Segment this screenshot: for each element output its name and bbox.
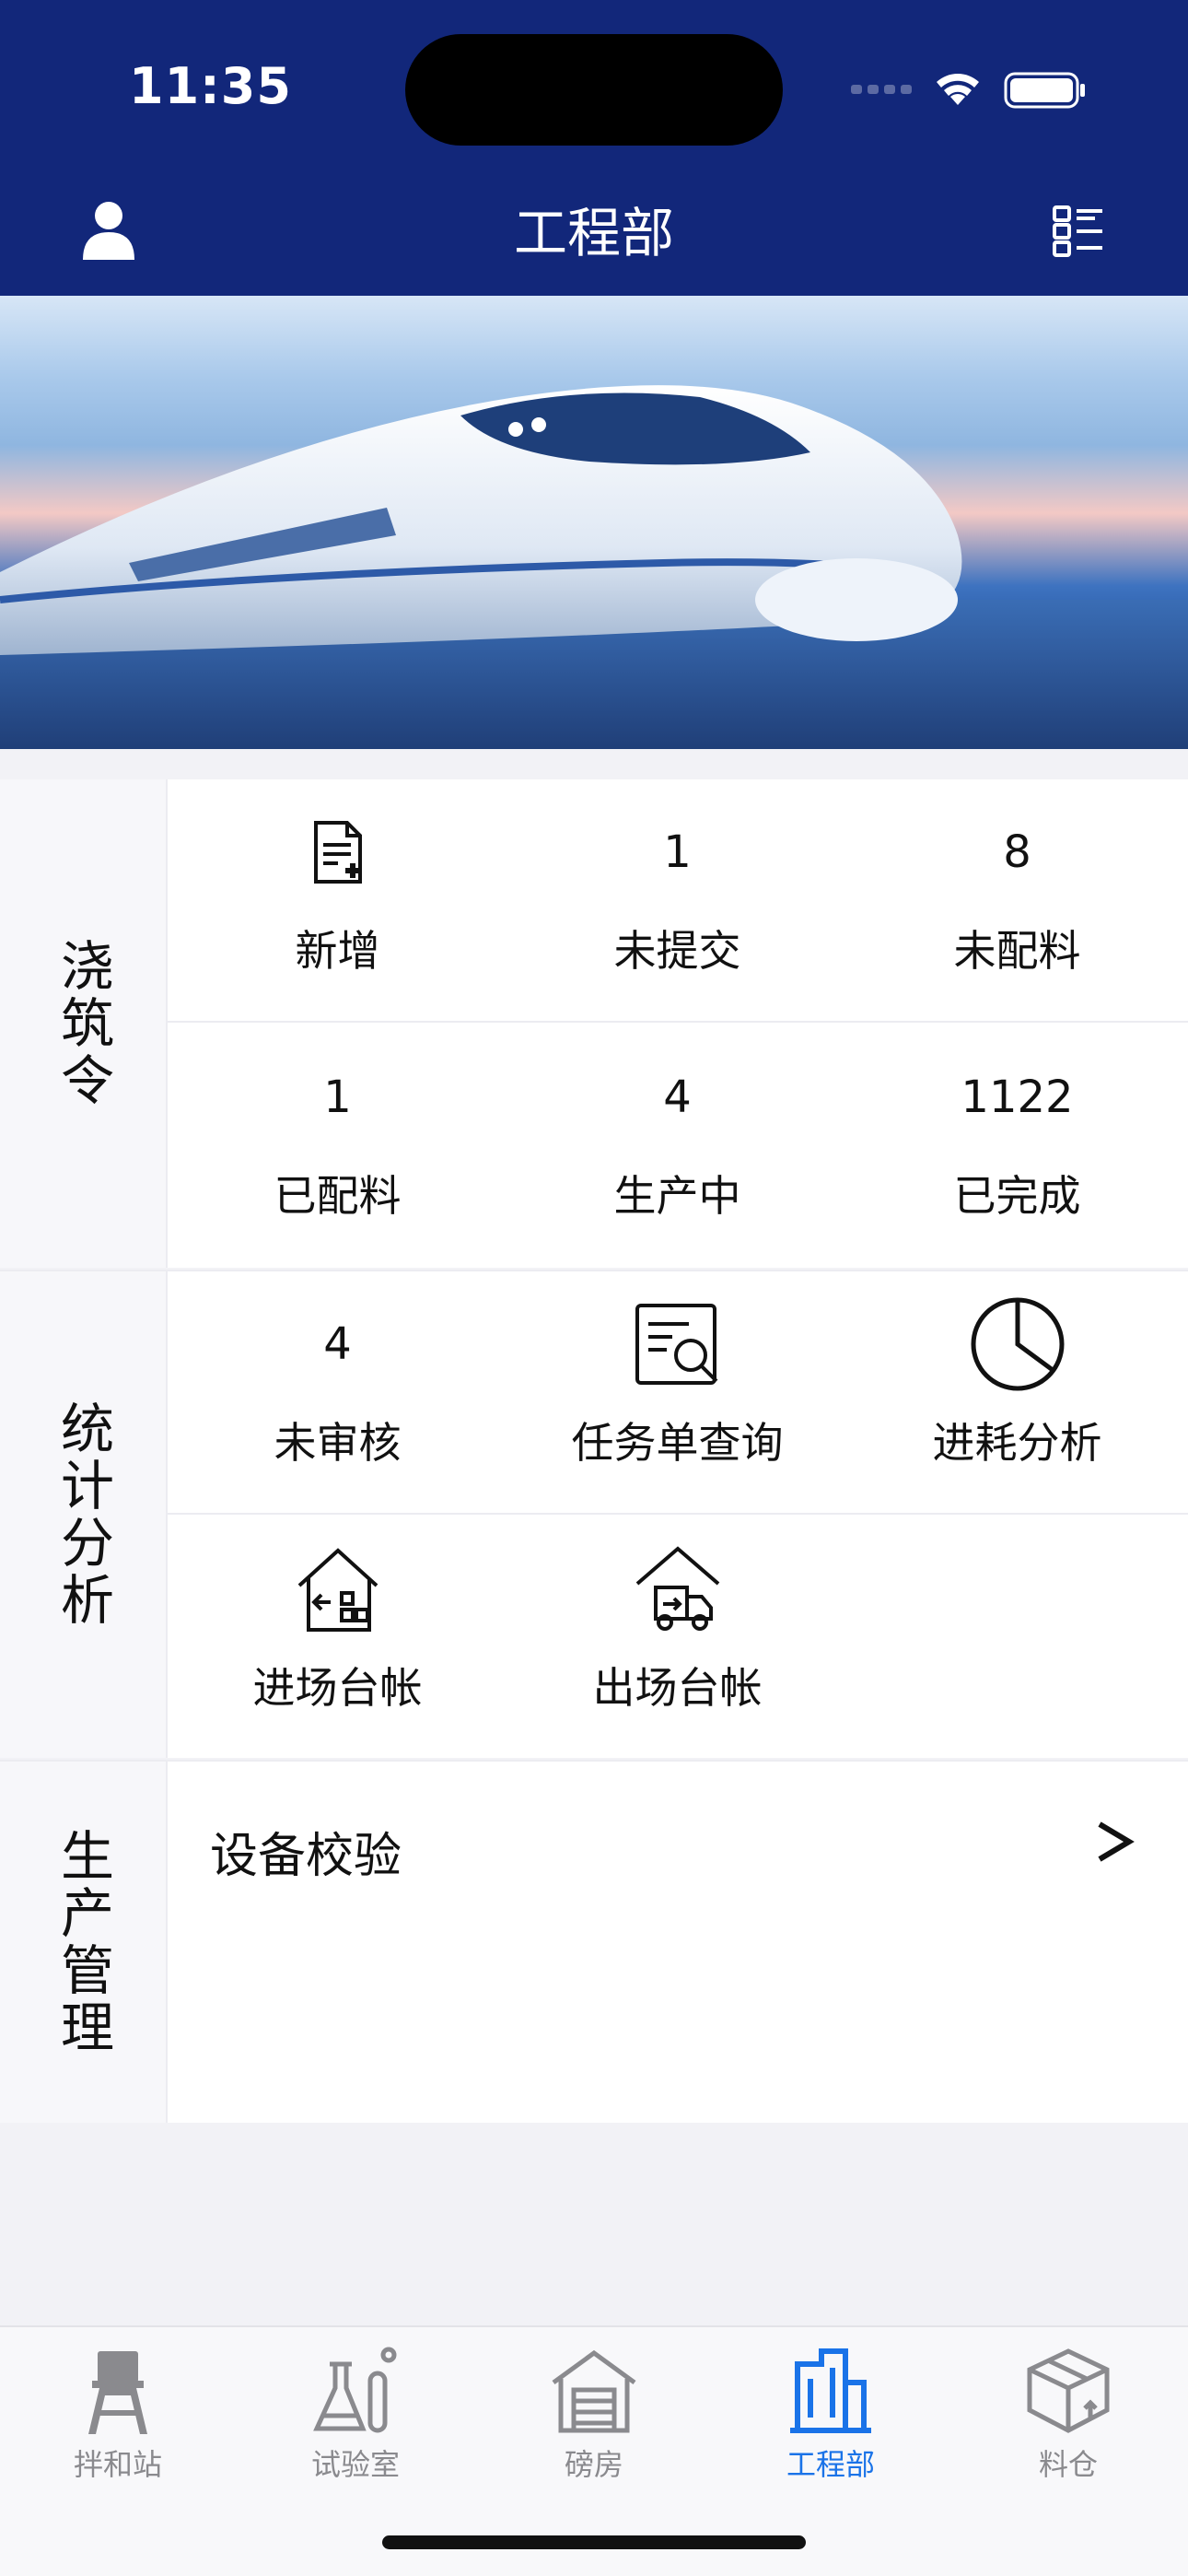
dynamic-island xyxy=(405,34,783,146)
garage-icon xyxy=(552,2349,636,2433)
tab-weigh-house[interactable]: 磅房 xyxy=(502,2346,686,2484)
section-label: 生产管理 xyxy=(0,1762,168,2123)
tab-silo[interactable]: 料仓 xyxy=(976,2346,1160,2484)
warehouse-in-icon xyxy=(287,1548,389,1632)
equipment-calibration-item[interactable]: 设备校验 xyxy=(168,1762,1188,1918)
pie-chart-icon xyxy=(967,1297,1068,1391)
signal-icon xyxy=(851,85,912,94)
section-label: 浇筑令 xyxy=(0,779,168,1268)
water-tower-icon xyxy=(88,2351,147,2434)
wifi-icon xyxy=(937,74,979,105)
tab-mixing-station[interactable]: 拌和站 xyxy=(26,2346,210,2484)
list-menu-icon[interactable] xyxy=(1053,205,1104,257)
stats-section: 统计分析 4 未审核 任务单查询 进耗分析 进场台帐 出场台帐 xyxy=(0,1270,1188,1758)
header: 11:35 工程部 xyxy=(0,0,1188,296)
tab-laboratory[interactable]: 试验室 xyxy=(263,2346,448,2484)
grid-row: 4 未审核 任务单查询 进耗分析 xyxy=(168,1271,1188,1515)
add-order-button[interactable]: 新增 xyxy=(168,779,507,1021)
building-icon xyxy=(790,2348,871,2433)
home-indicator xyxy=(382,2535,806,2549)
task-query-button[interactable]: 任务单查询 xyxy=(507,1271,847,1513)
section-label: 统计分析 xyxy=(0,1271,168,1758)
tab-engineering[interactable]: 工程部 xyxy=(739,2346,923,2484)
grid-row: 进场台帐 出场台帐 xyxy=(168,1516,1188,1760)
status-icons xyxy=(851,66,1090,112)
grid-row: 1 已配料 4 生产中 1122 已完成 xyxy=(168,1025,1188,1268)
unbatched-count[interactable]: 8 未配料 xyxy=(847,779,1187,1021)
in-production-count[interactable]: 4 生产中 xyxy=(507,1025,847,1268)
banner-image xyxy=(0,296,1188,749)
unsubmitted-count[interactable]: 1 未提交 xyxy=(507,779,847,1021)
grid-row: 新增 1 未提交 8 未配料 xyxy=(168,779,1188,1023)
unreviewed-count[interactable]: 4 未审核 xyxy=(168,1271,507,1513)
app-screen: 11:35 工程部 浇筑令 新增 1 未提交 8 未配料 1 已配料 4 生产中… xyxy=(0,0,1188,2576)
battery-icon xyxy=(1004,72,1085,109)
warehouse-out-icon xyxy=(627,1546,728,1631)
add-document-icon xyxy=(287,814,389,890)
lab-flask-icon xyxy=(313,2347,397,2433)
box-icon xyxy=(1027,2348,1110,2433)
document-search-icon xyxy=(627,1304,728,1385)
outbound-ledger-button[interactable]: 出场台帐 xyxy=(507,1516,847,1760)
chevron-right-icon xyxy=(1094,1821,1135,1867)
status-time: 11:35 xyxy=(129,57,292,115)
page-title: 工程部 xyxy=(513,202,674,264)
production-section: 生产管理 设备校验 xyxy=(0,1760,1188,2123)
consumption-analysis-button[interactable]: 进耗分析 xyxy=(847,1271,1187,1513)
pour-orders-section: 浇筑令 新增 1 未提交 8 未配料 1 已配料 4 生产中 1122 已完成 xyxy=(0,779,1188,1268)
inbound-ledger-button[interactable]: 进场台帐 xyxy=(168,1516,507,1760)
completed-count[interactable]: 1122 已完成 xyxy=(847,1025,1187,1268)
batched-count[interactable]: 1 已配料 xyxy=(168,1025,507,1268)
